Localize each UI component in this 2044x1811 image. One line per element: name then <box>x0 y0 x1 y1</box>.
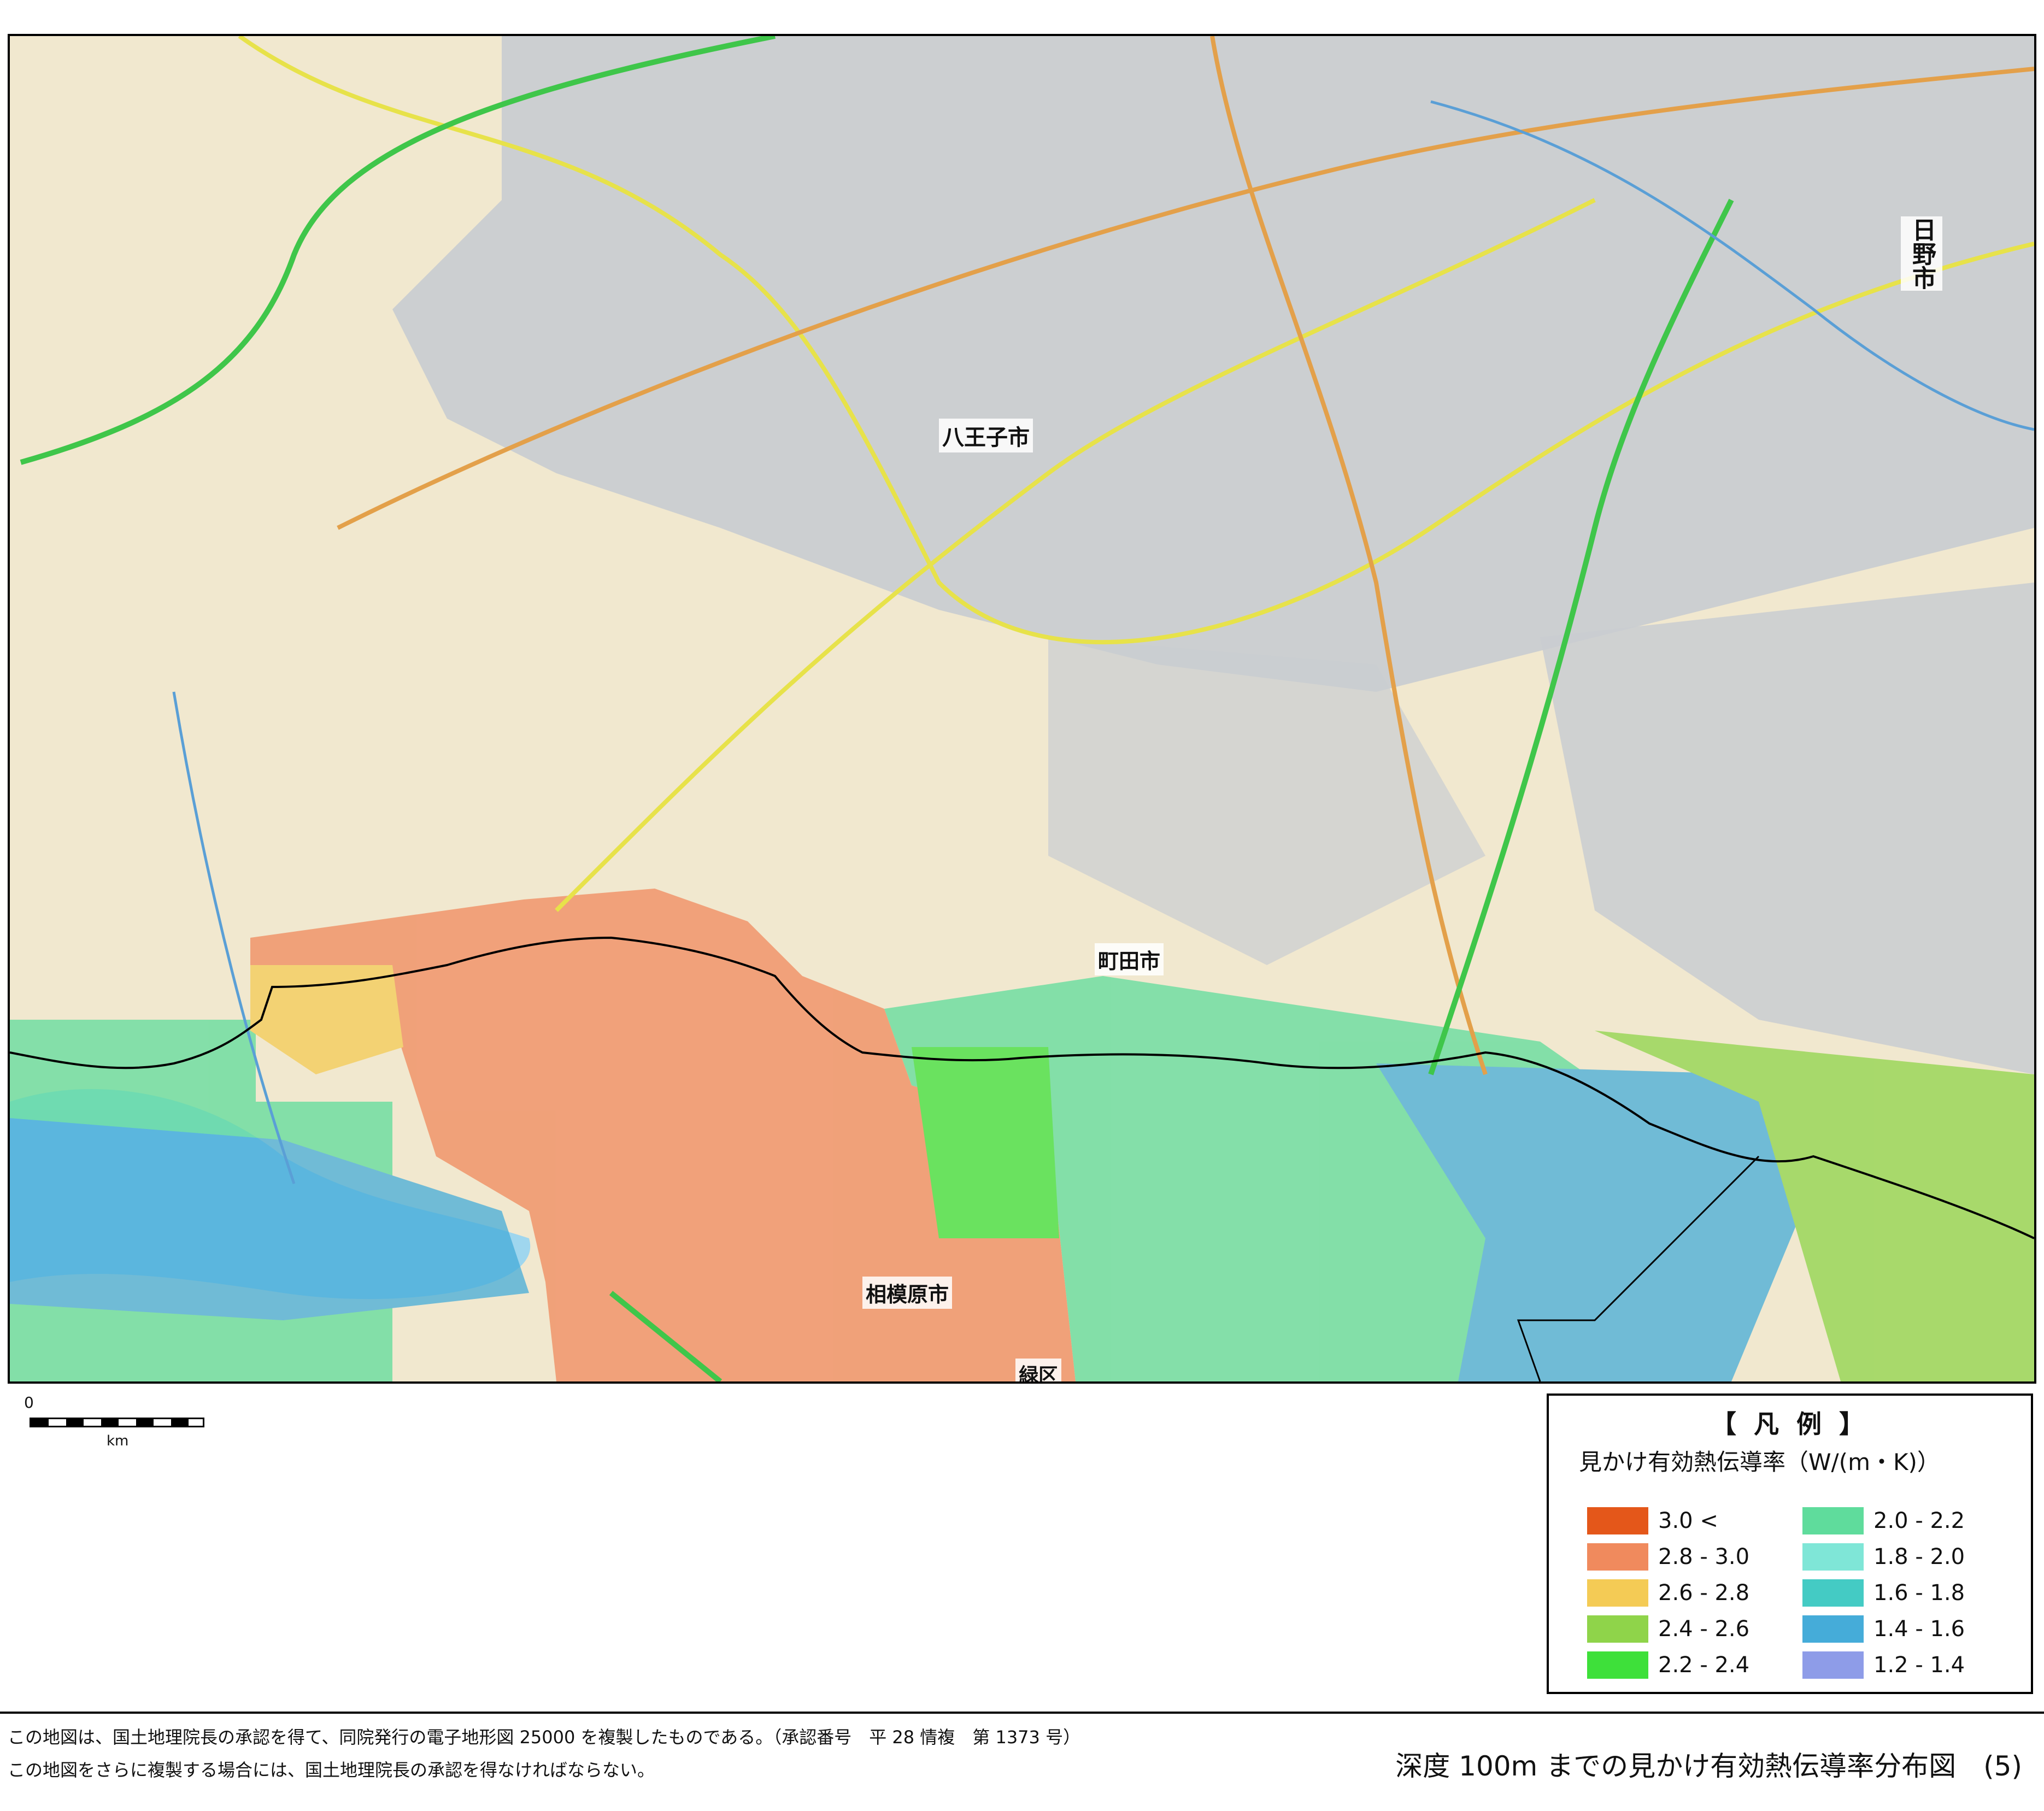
legend-item: 1.8 - 2.0 <box>1802 1541 2010 1571</box>
legend: 【 凡 例 】 見かけ有効熱伝導率（W/(m・K)） 3.0 < 2.8 - 3… <box>1547 1393 2033 1694</box>
legend-item: 3.0 < <box>1587 1505 1795 1534</box>
legend-item: 1.2 - 1.4 <box>1802 1649 2010 1679</box>
legend-item: 1.6 - 1.8 <box>1802 1577 2010 1607</box>
legend-swatch <box>1587 1651 1648 1679</box>
legend-item: 2.8 - 3.0 <box>1587 1541 1795 1571</box>
legend-item: 1.4 - 1.6 <box>1802 1613 2010 1643</box>
scale-bar: 0 km <box>22 1393 219 1454</box>
city-label-hino: 日野市 <box>1901 216 1942 291</box>
legend-item: 2.0 - 2.2 <box>1802 1505 2010 1534</box>
legend-label: 2.6 - 2.8 <box>1658 1580 1750 1606</box>
legend-label: 1.8 - 2.0 <box>1873 1544 1965 1569</box>
scale-bar-graphic <box>30 1418 204 1427</box>
city-label-hachioji: 八王子市 <box>939 419 1033 452</box>
legend-swatch <box>1802 1579 1864 1607</box>
legend-swatch <box>1802 1543 1864 1571</box>
scale-zero-label: 0 <box>24 1393 34 1412</box>
map-title: 深度 100m までの見かけ有効熱伝導率分布図 (5) <box>1395 1750 2022 1782</box>
legend-item: 2.4 - 2.6 <box>1587 1613 1795 1643</box>
legend-swatch <box>1587 1579 1648 1607</box>
legend-label: 2.4 - 2.6 <box>1658 1616 1750 1642</box>
legend-label: 2.8 - 3.0 <box>1658 1544 1750 1569</box>
legend-label: 1.4 - 1.6 <box>1873 1616 1965 1642</box>
legend-title: 【 凡 例 】 <box>1711 1409 1869 1439</box>
legend-swatch <box>1802 1615 1864 1643</box>
legend-label: 1.2 - 1.4 <box>1873 1653 1965 1678</box>
legend-swatch <box>1802 1507 1864 1534</box>
legend-label: 2.2 - 2.4 <box>1658 1653 1750 1678</box>
city-label-midori: 緑区 <box>1015 1359 1062 1381</box>
legend-label: 3.0 < <box>1658 1508 1718 1533</box>
map-canvas <box>10 36 2034 1381</box>
legend-label: 1.6 - 1.8 <box>1873 1580 1965 1606</box>
legend-item: 2.2 - 2.4 <box>1587 1649 1795 1679</box>
legend-subtitle: 見かけ有効熱伝導率（W/(m・K)） <box>1579 1449 1940 1475</box>
city-label-sagamihara: 相模原市 <box>862 1277 953 1309</box>
topographic-map[interactable]: 八王子市 日野市 町田市 相模原市 緑区 <box>8 34 2036 1384</box>
legend-swatch <box>1802 1651 1864 1679</box>
legend-swatch <box>1587 1543 1648 1571</box>
legend-items: 3.0 < 2.8 - 3.0 2.6 - 2.8 2.4 - 2.6 2.2 … <box>1587 1505 2024 1685</box>
copyright-note-2: この地図をさらに複製する場合には、国土地理院長の承認を得なければならない。 <box>8 1760 655 1780</box>
scale-unit-label: km <box>107 1433 129 1449</box>
legend-item: 2.6 - 2.8 <box>1587 1577 1795 1607</box>
city-label-machida: 町田市 <box>1095 943 1164 975</box>
map-divider-line <box>8 1381 2036 1384</box>
copyright-note-1: この地図は、国土地理院長の承認を得て、同院発行の電子地形図 25000 を複製し… <box>8 1727 1081 1748</box>
legend-label: 2.0 - 2.2 <box>1873 1508 1965 1533</box>
legend-swatch <box>1587 1615 1648 1643</box>
footer-divider <box>0 1712 2044 1714</box>
legend-swatch <box>1587 1507 1648 1534</box>
